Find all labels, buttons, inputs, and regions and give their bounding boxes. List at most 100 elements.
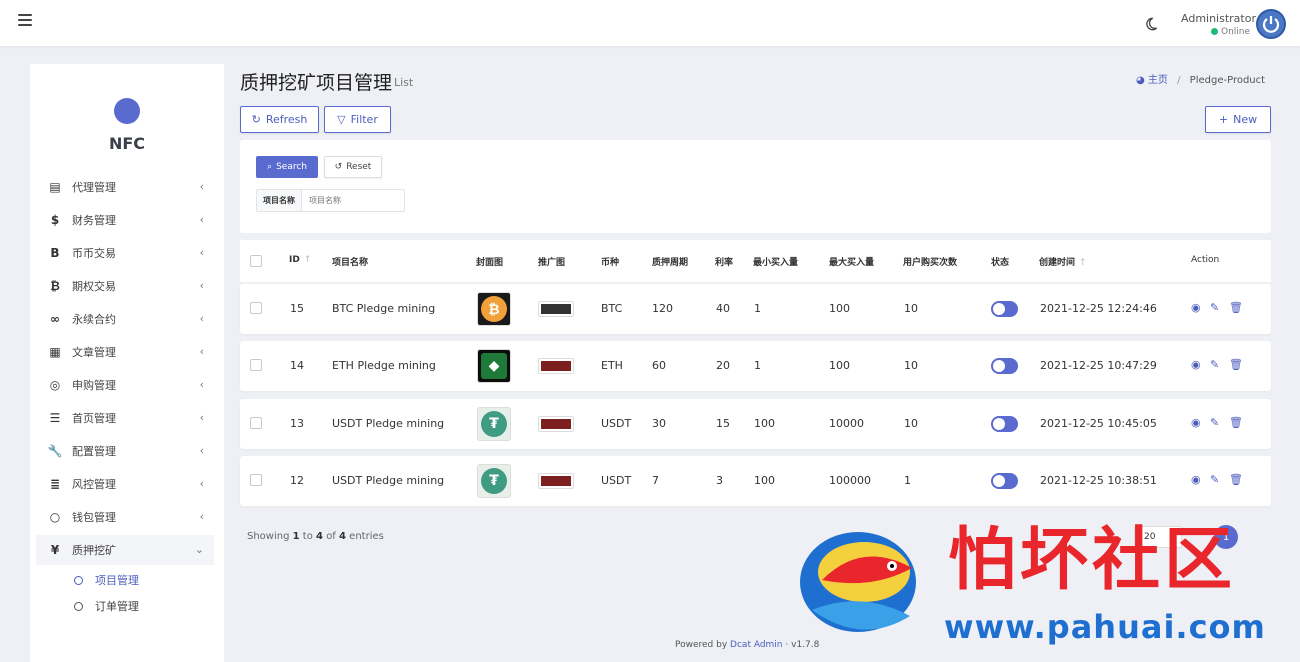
- view-eye-icon[interactable]: ◉: [1191, 301, 1201, 314]
- select-all-checkbox[interactable]: [250, 255, 262, 267]
- sidebar-item-finance[interactable]: $ 财务管理 ‹: [36, 205, 214, 235]
- sidebar-item-home-manage[interactable]: ☰ 首页管理 ‹: [36, 403, 214, 433]
- chevron-left-icon: ‹: [199, 378, 204, 391]
- cell-period: 30: [652, 417, 666, 430]
- tether-coin-icon: ₮: [481, 468, 507, 494]
- status-toggle[interactable]: [991, 358, 1018, 374]
- top-navbar: Administrator Online: [0, 0, 1300, 46]
- cover-image[interactable]: ₿: [477, 292, 511, 326]
- cell-name: ETH Pledge mining: [332, 359, 436, 372]
- edit-pencil-icon[interactable]: ✎: [1210, 358, 1219, 371]
- sidebar-item-perpetual[interactable]: ∞ 永续合约 ‹: [36, 304, 214, 334]
- watermark-title: 怕坏社区: [948, 520, 1237, 600]
- sidebar-item-label: 配置管理: [72, 445, 116, 458]
- cover-image[interactable]: ₮: [477, 464, 511, 498]
- cell-coin: BTC: [601, 302, 623, 315]
- footer-brand-link[interactable]: Dcat Admin: [730, 640, 782, 650]
- delete-trash-icon[interactable]: 🗑: [1229, 473, 1243, 486]
- sidebar-item-articles[interactable]: ▦ 文章管理 ‹: [36, 337, 214, 367]
- breadcrumb-home-link[interactable]: 主页: [1148, 75, 1168, 86]
- cell-created: 2021-12-25 10:47:29: [1040, 359, 1157, 372]
- breadcrumb-separator: /: [1177, 75, 1181, 86]
- cell-period: 60: [652, 359, 666, 372]
- watermark-fish-logo: [800, 532, 916, 632]
- power-icon: [1262, 16, 1280, 33]
- cell-period: 7: [652, 474, 659, 487]
- delete-trash-icon[interactable]: 🗑: [1229, 416, 1243, 429]
- list-icon: ☰: [49, 411, 61, 425]
- promo-image[interactable]: [538, 301, 574, 317]
- cell-created: 2021-12-25 10:45:05: [1040, 417, 1157, 430]
- sidebar-subitem-projects[interactable]: 项目管理: [74, 570, 139, 590]
- cell-id: 15: [290, 302, 304, 315]
- dark-mode-moon-icon[interactable]: [1144, 17, 1158, 31]
- filter-panel: ⌕ Search ↺ Reset 项目名称: [240, 140, 1271, 233]
- cell-name: USDT Pledge mining: [332, 417, 445, 430]
- column-header-created[interactable]: 创建时间 ↑: [1039, 255, 1087, 268]
- sidebar-item-config[interactable]: 🔧 配置管理 ‹: [36, 436, 214, 466]
- column-header-rate: 利率: [715, 258, 734, 268]
- promo-image[interactable]: [538, 416, 574, 432]
- cell-min: 1: [754, 302, 761, 315]
- ethereum-coin-icon: ◆: [481, 353, 507, 379]
- sidebar-item-label: 文章管理: [72, 346, 116, 359]
- edit-pencil-icon[interactable]: ✎: [1210, 301, 1219, 314]
- sidebar-item-subscribe[interactable]: ◎ 申购管理 ‹: [36, 370, 214, 400]
- column-header-id[interactable]: ID ↑: [289, 255, 311, 265]
- sidebar-item-coin-trade[interactable]: B 币币交易 ‹: [36, 238, 214, 268]
- view-eye-icon[interactable]: ◉: [1191, 473, 1201, 486]
- row-checkbox[interactable]: [250, 359, 262, 371]
- admin-name[interactable]: Administrator: [1181, 12, 1256, 25]
- cover-image[interactable]: ₮: [477, 407, 511, 441]
- column-header-promo: 推广图: [538, 258, 566, 268]
- view-eye-icon[interactable]: ◉: [1191, 416, 1201, 429]
- sort-arrow-icon: ↑: [303, 255, 312, 265]
- refresh-button[interactable]: ↻ Refresh: [240, 106, 319, 133]
- filter-button[interactable]: ▽ Filter: [324, 106, 391, 133]
- newspaper-icon: ▦: [49, 345, 61, 359]
- breadcrumb: ◕ 主页 / Pledge-Product: [1136, 71, 1265, 86]
- row-checkbox[interactable]: [250, 417, 262, 429]
- status-toggle[interactable]: [991, 416, 1018, 432]
- cover-image[interactable]: ◆: [477, 349, 511, 383]
- status-toggle[interactable]: [991, 473, 1018, 489]
- edit-pencil-icon[interactable]: ✎: [1210, 473, 1219, 486]
- cell-max: 10000: [829, 417, 864, 430]
- sidebar-item-options[interactable]: ₿ 期权交易 ‹: [36, 271, 214, 301]
- cell-rate: 20: [716, 359, 730, 372]
- table-row: 14 ETH Pledge mining ◆ ETH 60 20 1 100 1…: [240, 341, 1271, 391]
- refresh-icon: ↻: [251, 113, 261, 126]
- delete-trash-icon[interactable]: 🗑: [1229, 301, 1243, 314]
- edit-pencil-icon[interactable]: ✎: [1210, 416, 1219, 429]
- cell-id: 14: [290, 359, 304, 372]
- promo-image[interactable]: [538, 473, 574, 489]
- cell-coin: USDT: [601, 474, 632, 487]
- column-header-status: 状态: [991, 258, 1010, 268]
- row-checkbox[interactable]: [250, 474, 262, 486]
- new-button[interactable]: + New: [1205, 106, 1271, 133]
- view-eye-icon[interactable]: ◉: [1191, 358, 1201, 371]
- status-toggle[interactable]: [991, 301, 1018, 317]
- cell-times: 10: [904, 417, 918, 430]
- sidebar-item-risk[interactable]: ≣ 风控管理 ‹: [36, 469, 214, 499]
- menu-toggle-icon[interactable]: [18, 14, 32, 28]
- undo-icon: ↺: [334, 162, 343, 172]
- delete-trash-icon[interactable]: 🗑: [1229, 358, 1243, 371]
- table-row: 12 USDT Pledge mining ₮ USDT 7 3 100 100…: [240, 456, 1271, 506]
- search-button[interactable]: ⌕ Search: [256, 156, 318, 178]
- cell-max: 100: [829, 359, 850, 372]
- promo-image[interactable]: [538, 358, 574, 374]
- indent-icon: ≣: [49, 477, 61, 491]
- sidebar-item-pledge[interactable]: ¥ 质押挖矿 ⌄: [36, 535, 214, 565]
- sidebar-item-agent[interactable]: ▤ 代理管理 ‹: [36, 172, 214, 202]
- chevron-left-icon: ‹: [199, 444, 204, 457]
- avatar[interactable]: [1256, 9, 1286, 39]
- reset-button[interactable]: ↺ Reset: [324, 156, 382, 178]
- project-name-input[interactable]: [302, 190, 402, 211]
- sidebar-subitem-orders[interactable]: 订单管理: [74, 596, 139, 616]
- row-checkbox[interactable]: [250, 302, 262, 314]
- sidebar-item-label: 风控管理: [72, 478, 116, 491]
- sidebar-item-wallet[interactable]: ○ 钱包管理 ‹: [36, 502, 214, 532]
- project-name-field: 项目名称: [256, 189, 405, 212]
- cell-created: 2021-12-25 12:24:46: [1040, 302, 1157, 315]
